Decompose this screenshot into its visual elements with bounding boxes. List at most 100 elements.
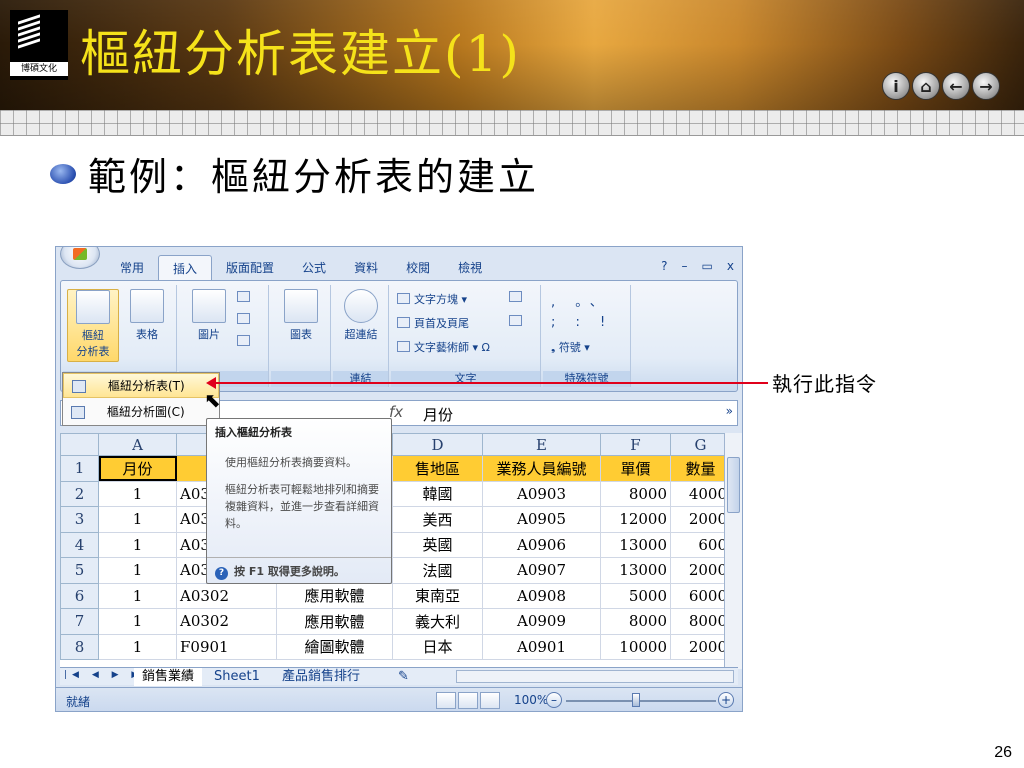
back-arrow-icon[interactable]: ← [942,72,970,100]
sheet-tab[interactable]: 銷售業績 [134,668,203,686]
tab-insert[interactable]: 插入 [158,255,213,281]
cell[interactable]: 業務人員編號 [482,455,601,482]
vertical-scrollbar[interactable] [724,433,742,669]
zoom-slider[interactable] [566,700,716,702]
page-break-view-icon[interactable] [480,692,500,709]
wordart-button[interactable]: 文字藝術師 ▾ Ω [397,339,490,355]
punctuation-row-1[interactable]: , 。、 [551,291,611,310]
cell[interactable]: 日本 [392,633,483,660]
cell[interactable]: F0901 [176,633,277,660]
chart-button[interactable]: 圖表 [275,289,327,342]
cell[interactable]: 13000 [600,557,671,584]
column-header[interactable]: E [482,433,601,456]
row-header[interactable]: 2 [60,480,99,507]
cell[interactable]: 8000 [670,608,731,635]
pivot-table-button[interactable]: 樞紐 分析表 [67,289,119,362]
cell[interactable]: 6000 [670,582,731,609]
shapes-icon[interactable] [237,313,254,326]
row-header[interactable]: 1 [60,455,99,482]
signature-icon[interactable] [509,291,526,304]
cell[interactable]: 13000 [600,531,671,558]
cell[interactable]: 1 [98,480,177,507]
zoom-level[interactable]: 100% [514,693,548,707]
cell[interactable]: 應用軟體 [276,608,393,635]
normal-view-icon[interactable] [436,692,456,709]
row-header[interactable]: 3 [60,506,99,533]
cell[interactable]: A0909 [482,608,601,635]
cell[interactable]: 東南亞 [392,582,483,609]
picture-button[interactable]: 圖片 [183,289,235,342]
insert-sheet-icon[interactable]: ✎ [390,668,417,686]
menu-item-pivot-chart[interactable]: 樞紐分析圖(C) [63,400,219,425]
forward-arrow-icon[interactable]: → [972,72,1000,100]
page-layout-view-icon[interactable] [458,692,478,709]
cell[interactable]: 應用軟體 [276,582,393,609]
cell[interactable]: 12000 [600,506,671,533]
cell[interactable]: 1 [98,531,177,558]
cell[interactable]: 10000 [600,633,671,660]
cell[interactable]: 1 [98,557,177,584]
cell[interactable]: A0302 [176,582,277,609]
zoom-slider-knob[interactable] [632,693,640,707]
home-icon[interactable]: ⌂ [912,72,940,100]
cell[interactable]: 數量 [670,455,731,482]
info-icon[interactable]: i [882,72,910,100]
cell[interactable]: 月份 [98,455,177,482]
cell[interactable]: 義大利 [392,608,483,635]
smartart-icon[interactable] [237,335,254,348]
cell[interactable]: 韓國 [392,480,483,507]
cell[interactable]: 2000 [670,633,731,660]
cell[interactable]: A0907 [482,557,601,584]
column-header[interactable]: A [98,433,177,456]
symbol-button[interactable]: ❟ 符號 ▾ [551,339,590,355]
row-header[interactable]: 6 [60,582,99,609]
sheet-tab[interactable]: Sheet1 [206,668,268,686]
object-icon[interactable] [509,315,526,328]
cell[interactable]: 1 [98,633,177,660]
punctuation-row-2[interactable]: ; : ! [551,315,613,330]
select-all-corner[interactable] [60,433,99,456]
zoom-out-icon[interactable]: – [546,692,562,708]
cell[interactable]: 美西 [392,506,483,533]
cell[interactable]: 2000 [670,557,731,584]
cell[interactable]: A0901 [482,633,601,660]
cell[interactable]: 英國 [392,531,483,558]
sheet-tab[interactable]: 產品銷售排行 [274,668,368,686]
tab-view[interactable]: 檢視 [444,255,496,281]
row-header[interactable]: 4 [60,531,99,558]
cell[interactable]: 法國 [392,557,483,584]
horizontal-scrollbar[interactable] [456,670,734,683]
row-header[interactable]: 8 [60,633,99,660]
restore-icon[interactable]: ▭ [702,259,713,273]
cell[interactable]: 4000 [670,480,731,507]
cell[interactable]: A0903 [482,480,601,507]
clipart-icon[interactable] [237,291,254,304]
formula-value[interactable]: 月份 [423,404,453,425]
cell[interactable]: 單價 [600,455,671,482]
minimize-icon[interactable]: – [682,259,688,273]
menu-item-pivot-table[interactable]: 樞紐分析表(T) [63,373,219,398]
tab-page-layout[interactable]: 版面配置 [212,255,288,281]
scroll-thumb[interactable] [727,457,740,513]
cell-table[interactable]: A B C D E F G 1 月份 產品 售地區 業務人員編號 單價 數量 2… [60,433,731,660]
cell[interactable]: 1 [98,506,177,533]
cell[interactable]: A0302 [176,608,277,635]
expand-formula-icon[interactable]: » [726,404,733,418]
tab-formulas[interactable]: 公式 [288,255,340,281]
column-header[interactable]: D [392,433,483,456]
cell[interactable]: 8000 [600,608,671,635]
column-header[interactable]: F [600,433,671,456]
help-icon[interactable]: ? [661,259,667,273]
textbox-button[interactable]: 文字方塊 ▾ [397,291,467,307]
column-header[interactable]: G [670,433,731,456]
row-header[interactable]: 7 [60,608,99,635]
cell[interactable]: A0906 [482,531,601,558]
cell[interactable]: 600 [670,531,731,558]
cell[interactable]: 2000 [670,506,731,533]
hyperlink-button[interactable]: 超連結 [335,289,387,342]
cell[interactable]: 5000 [600,582,671,609]
cell[interactable]: 繪圖軟體 [276,633,393,660]
cell[interactable]: A0905 [482,506,601,533]
tab-review[interactable]: 校閱 [392,255,444,281]
cell[interactable]: 1 [98,608,177,635]
